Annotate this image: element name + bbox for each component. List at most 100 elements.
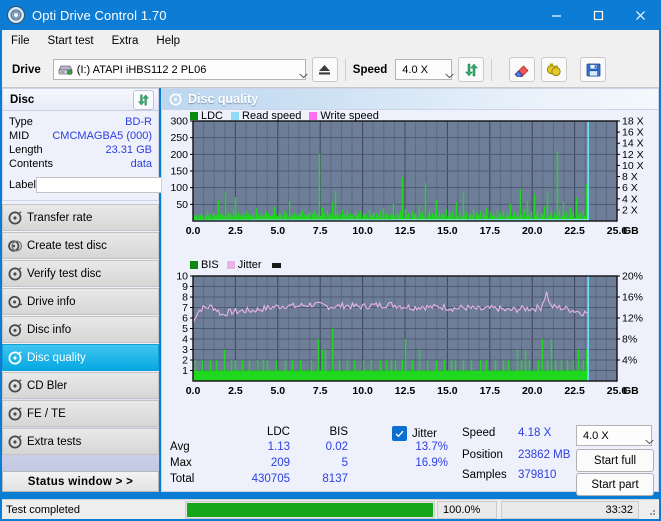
disc-panel-title: Disc: [10, 93, 35, 106]
sidebar-item-label: Create test disc: [27, 239, 107, 252]
stats-speed-value: 4.18 X: [518, 427, 552, 439]
stats-bis-total: 8137: [322, 473, 348, 485]
disc-panel: Disc Type BD-R MID CMCMAGBA5 (000) Lengt…: [2, 88, 240, 201]
sidebar-item-drive-info[interactable]: Drive info: [2, 288, 159, 315]
stats-bis-avg: 0.02: [325, 441, 348, 453]
window-controls: [535, 0, 661, 30]
disc-panel-header: Disc: [3, 89, 158, 111]
stats-header-ldc: LDC: [266, 426, 290, 438]
sidebar-item-extra-tests[interactable]: Extra tests: [2, 428, 159, 455]
chart-bis-jitter: BIS Jitter 1 2 3 4 5 6 7 8 9 10 4% 8% 12% 16% 20% 0.0 2.…: [162, 259, 658, 409]
svg-text:2.5: 2.5: [228, 225, 243, 237]
menu-start-test[interactable]: Start test: [39, 33, 103, 49]
speed-value: 4.0 X: [402, 63, 428, 76]
svg-text:150: 150: [170, 166, 188, 178]
maximize-icon[interactable]: [577, 0, 619, 30]
disc-contents-label: Contents: [9, 158, 54, 170]
disc-icon: [3, 210, 27, 225]
disc-length-value: 23.31 GB: [105, 144, 152, 156]
erase-button[interactable]: [509, 57, 536, 82]
svg-text:12%: 12%: [622, 313, 643, 325]
speed-select[interactable]: 4.0 X: [395, 59, 454, 80]
menu-help[interactable]: Help: [147, 33, 189, 49]
svg-text:16%: 16%: [622, 292, 643, 304]
stats-jitter-avg: 13.7%: [415, 441, 448, 453]
svg-text:5: 5: [182, 323, 188, 335]
svg-text:3: 3: [182, 344, 188, 356]
stats-position-value: 23862 MB: [518, 449, 571, 461]
svg-text:15.0: 15.0: [437, 225, 458, 237]
legend-swatch-bis: [190, 261, 198, 269]
chart1-svg: 50 100 150 200 250 300 2 X4 X6 X8 X10 X12 X14 …: [170, 116, 644, 238]
disc-label-row: Label: [9, 174, 240, 195]
sidebar-item-cd-bler[interactable]: CD Bler: [2, 372, 159, 399]
jitter-checkbox[interactable]: [392, 426, 407, 441]
menu-bar: File Start test Extra Help: [2, 30, 659, 53]
disc-length-label: Length: [9, 144, 43, 156]
bitsetting-button[interactable]: [541, 57, 568, 82]
svg-text:12.5: 12.5: [395, 385, 416, 397]
svg-text:0.0: 0.0: [186, 385, 201, 397]
sidebar-item-create-test-disc[interactable]: Create test disc: [2, 232, 159, 259]
sidebar-item-label: Disc quality: [27, 351, 86, 364]
sidebar-item-transfer-rate[interactable]: Transfer rate: [2, 204, 159, 231]
disc-icon: [3, 406, 27, 421]
svg-text:9: 9: [182, 281, 188, 293]
toolbar-separator-2: [491, 58, 493, 81]
disc-contents-value: data: [130, 158, 152, 170]
sidebar-item-disc-info[interactable]: Disc info: [2, 316, 159, 343]
disc-type-label: Type: [9, 116, 33, 128]
svg-text:20.0: 20.0: [522, 385, 543, 397]
disc-refresh-button[interactable]: [133, 90, 154, 110]
drive-select[interactable]: (I:) ATAPI iHBS112 2 PL06: [52, 59, 308, 80]
svg-text:17.5: 17.5: [480, 385, 501, 397]
svg-text:100: 100: [170, 182, 188, 194]
svg-text:GB: GB: [623, 385, 639, 397]
disc-mid-value: CMCMAGBA5 (000): [52, 130, 152, 142]
sidebar-item-label: Extra tests: [27, 435, 82, 448]
disc-icon: [3, 350, 27, 365]
test-speed-select[interactable]: 4.0 X: [576, 425, 654, 446]
minimize-icon[interactable]: [535, 0, 577, 30]
svg-text:5.0: 5.0: [270, 225, 285, 237]
save-button[interactable]: [580, 57, 607, 82]
legend-swatch-read-speed: [231, 112, 240, 120]
chart-ldc-readspeed: LDC Read speed Write speed 50 100 150 200 25…: [162, 110, 658, 252]
status-window-button[interactable]: Status window > >: [2, 471, 159, 492]
eject-button[interactable]: [311, 57, 338, 82]
legend-swatch-ldc: [190, 112, 198, 120]
elapsed-time: 33:32: [501, 500, 639, 519]
stats-samples-label: Samples: [462, 469, 507, 481]
svg-text:7.5: 7.5: [313, 385, 328, 397]
sidebar-item-verify-test-disc[interactable]: Verify test disc: [2, 260, 159, 287]
svg-text:10 X: 10 X: [622, 160, 644, 172]
stats-ldc-total: 430705: [251, 473, 290, 485]
start-part-button[interactable]: Start part: [576, 473, 654, 496]
svg-text:10.0: 10.0: [352, 385, 373, 397]
menu-extra[interactable]: Extra: [103, 33, 148, 49]
svg-text:50: 50: [176, 199, 188, 211]
sidebar-item-fe-te[interactable]: FE / TE: [2, 400, 159, 427]
progress-bar: [185, 500, 435, 519]
svg-text:10.0: 10.0: [352, 225, 373, 237]
svg-text:8%: 8%: [622, 334, 637, 346]
stats-samples-value: 379810: [518, 469, 557, 481]
svg-text:2.5: 2.5: [228, 385, 243, 397]
stats-header-bis: BIS: [329, 426, 348, 438]
stats-ldc-avg: 1.13: [267, 441, 290, 453]
menu-file[interactable]: File: [2, 33, 39, 49]
status-message: Test completed: [2, 500, 182, 519]
close-icon[interactable]: [619, 0, 661, 30]
start-full-button[interactable]: Start full: [576, 449, 654, 472]
svg-text:4%: 4%: [622, 355, 637, 367]
refresh-button[interactable]: [458, 57, 485, 82]
svg-text:12.5: 12.5: [395, 225, 416, 237]
svg-text:18 X: 18 X: [622, 116, 644, 128]
drive-value: (I:) ATAPI iHBS112 2 PL06: [76, 63, 207, 76]
sidebar-item-disc-quality[interactable]: Disc quality: [2, 344, 159, 371]
disc-mid-label: MID: [9, 130, 30, 142]
disc-icon: [3, 434, 27, 449]
stats-ldc-max: 209: [270, 457, 290, 469]
svg-text:20.0: 20.0: [522, 225, 543, 237]
disc-icon: [3, 378, 27, 393]
